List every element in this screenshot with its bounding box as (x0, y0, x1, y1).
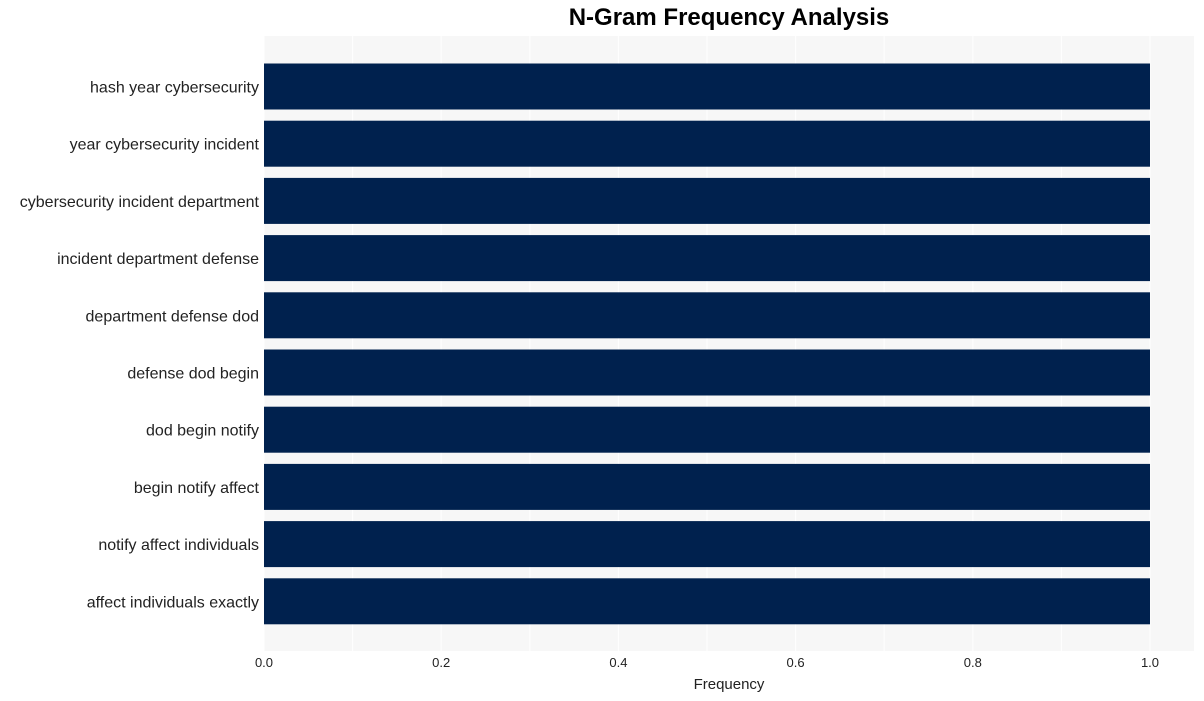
x-axis-label: Frequency (694, 676, 765, 693)
bar (264, 235, 1150, 282)
y-tick-label: affect individuals exactly (87, 594, 259, 611)
y-tick-label: begin notify affect (134, 480, 260, 497)
bar (264, 349, 1150, 396)
y-tick-label: defense dod begin (127, 366, 259, 383)
x-tick-labels: 0.0 0.2 0.4 0.6 0.8 1.0 (255, 655, 1159, 670)
x-tick-label: 0.4 (609, 655, 627, 670)
y-tick-label: notify affect individuals (98, 537, 259, 554)
bar (264, 521, 1150, 568)
y-tick-label: year cybersecurity incident (70, 137, 260, 154)
bar (264, 406, 1150, 453)
x-tick-label: 0.2 (432, 655, 450, 670)
x-tick-label: 1.0 (1141, 655, 1159, 670)
bar (264, 63, 1150, 110)
y-tick-labels: hash year cybersecurity year cybersecurit… (20, 80, 260, 612)
bar (264, 292, 1150, 339)
y-tick-label: department defense dod (86, 308, 259, 325)
bar (264, 177, 1150, 224)
y-tick-label: incident department defense (57, 251, 259, 268)
chart: hash year cybersecurity year cybersecurit… (20, 36, 1194, 693)
y-tick-label: cybersecurity incident department (20, 194, 260, 211)
x-tick-label: 0.0 (255, 655, 273, 670)
x-tick-label: 0.6 (787, 655, 805, 670)
y-tick-label: hash year cybersecurity (90, 80, 259, 97)
bar (264, 120, 1150, 167)
y-tick-label: dod begin notify (146, 423, 259, 440)
bar (264, 463, 1150, 510)
x-tick-label: 0.8 (964, 655, 982, 670)
bar (264, 578, 1150, 625)
